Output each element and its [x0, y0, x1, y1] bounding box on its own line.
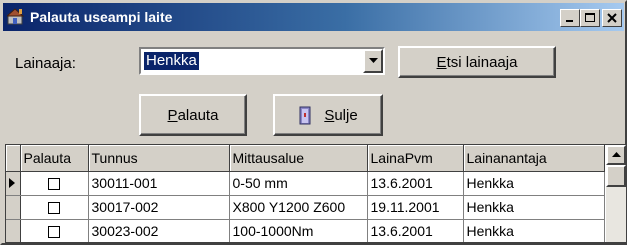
- table-row[interactable]: 30011-001 0-50 mm 13.6.2001 Henkka: [6, 171, 605, 196]
- column-header[interactable]: Mittausalue: [229, 145, 368, 172]
- close-dialog-button[interactable]: Sulje: [273, 94, 383, 136]
- lender-label: Lainaaja:: [15, 55, 76, 72]
- row-pointer-icon: [9, 178, 15, 188]
- scroll-thumb[interactable]: [606, 165, 626, 187]
- search-lender-button[interactable]: Etsi lainaaja: [398, 46, 556, 78]
- title-bar[interactable]: Palauta useampi laite: [3, 3, 624, 31]
- window-title: Palauta useampi laite: [30, 9, 173, 25]
- table-header-row: Palauta Tunnus Mittausalue LainaPvm Lain…: [6, 145, 605, 172]
- minimize-icon: [566, 20, 573, 22]
- cell-tunnus[interactable]: 30023-002: [88, 219, 230, 242]
- cell-tunnus[interactable]: 30011-001: [88, 171, 230, 196]
- close-icon: [607, 13, 617, 23]
- cell-mittausalue[interactable]: X800 Y1200 Z600: [229, 195, 368, 220]
- return-checkbox-cell[interactable]: [20, 219, 89, 242]
- row-selector[interactable]: [6, 171, 21, 196]
- row-selector[interactable]: [6, 195, 21, 220]
- return-checkbox[interactable]: [48, 202, 60, 215]
- column-header[interactable]: Tunnus: [88, 145, 230, 172]
- return-checkbox-cell[interactable]: [20, 195, 89, 220]
- maximize-icon: [585, 13, 595, 22]
- row-selector[interactable]: [6, 219, 21, 242]
- search-lender-label: Etsi lainaaja: [436, 53, 518, 71]
- table-row[interactable]: 30023-002 100-1000Nm 13.6.2001 Henkka: [6, 219, 605, 242]
- cell-lainapvm[interactable]: 19.11.2001: [367, 195, 464, 220]
- sulje-icon: [299, 106, 311, 125]
- return-checkbox[interactable]: [48, 178, 60, 191]
- cell-lainanantaja[interactable]: Henkka: [463, 219, 605, 242]
- vertical-scrollbar[interactable]: [606, 145, 626, 242]
- scroll-up-button[interactable]: [606, 145, 626, 165]
- return-checkbox[interactable]: [48, 226, 60, 239]
- close-dialog-label: Sulje: [324, 106, 358, 124]
- maximize-button[interactable]: [580, 9, 600, 27]
- minimize-button[interactable]: [560, 9, 580, 27]
- cell-lainapvm[interactable]: 13.6.2001: [367, 219, 464, 242]
- return-checkbox-cell[interactable]: [20, 171, 89, 196]
- column-header[interactable]: Lainanantaja: [463, 145, 605, 172]
- devices-grid: Palauta Tunnus Mittausalue LainaPvm Lain…: [5, 144, 627, 243]
- devices-table: Palauta Tunnus Mittausalue LainaPvm Lain…: [6, 145, 605, 242]
- dropdown-arrow-icon: [368, 58, 378, 63]
- scroll-up-icon: [611, 152, 621, 157]
- lender-combobox[interactable]: Henkka: [139, 47, 385, 75]
- column-header[interactable]: LainaPvm: [367, 145, 464, 172]
- column-header[interactable]: Palauta: [20, 145, 89, 172]
- return-label: Palauta: [167, 106, 219, 124]
- cell-tunnus[interactable]: 30017-002: [88, 195, 230, 220]
- row-selector-header: [6, 145, 21, 172]
- close-button[interactable]: [602, 9, 622, 27]
- return-button[interactable]: Palauta: [139, 94, 247, 136]
- cell-mittausalue[interactable]: 100-1000Nm: [229, 219, 368, 242]
- table-row[interactable]: 30017-002 X800 Y1200 Z600 19.11.2001 Hen…: [6, 195, 605, 220]
- cell-lainanantaja[interactable]: Henkka: [463, 171, 605, 196]
- app-icon: [7, 8, 25, 25]
- cell-lainapvm[interactable]: 13.6.2001: [367, 171, 464, 196]
- cell-lainanantaja[interactable]: Henkka: [463, 195, 605, 220]
- cell-mittausalue[interactable]: 0-50 mm: [229, 171, 368, 196]
- lender-dropdown-button[interactable]: [363, 49, 383, 73]
- app-window: Palauta useampi laite Lainaaja: Henkka E…: [0, 0, 627, 245]
- lender-value: Henkka: [143, 51, 200, 71]
